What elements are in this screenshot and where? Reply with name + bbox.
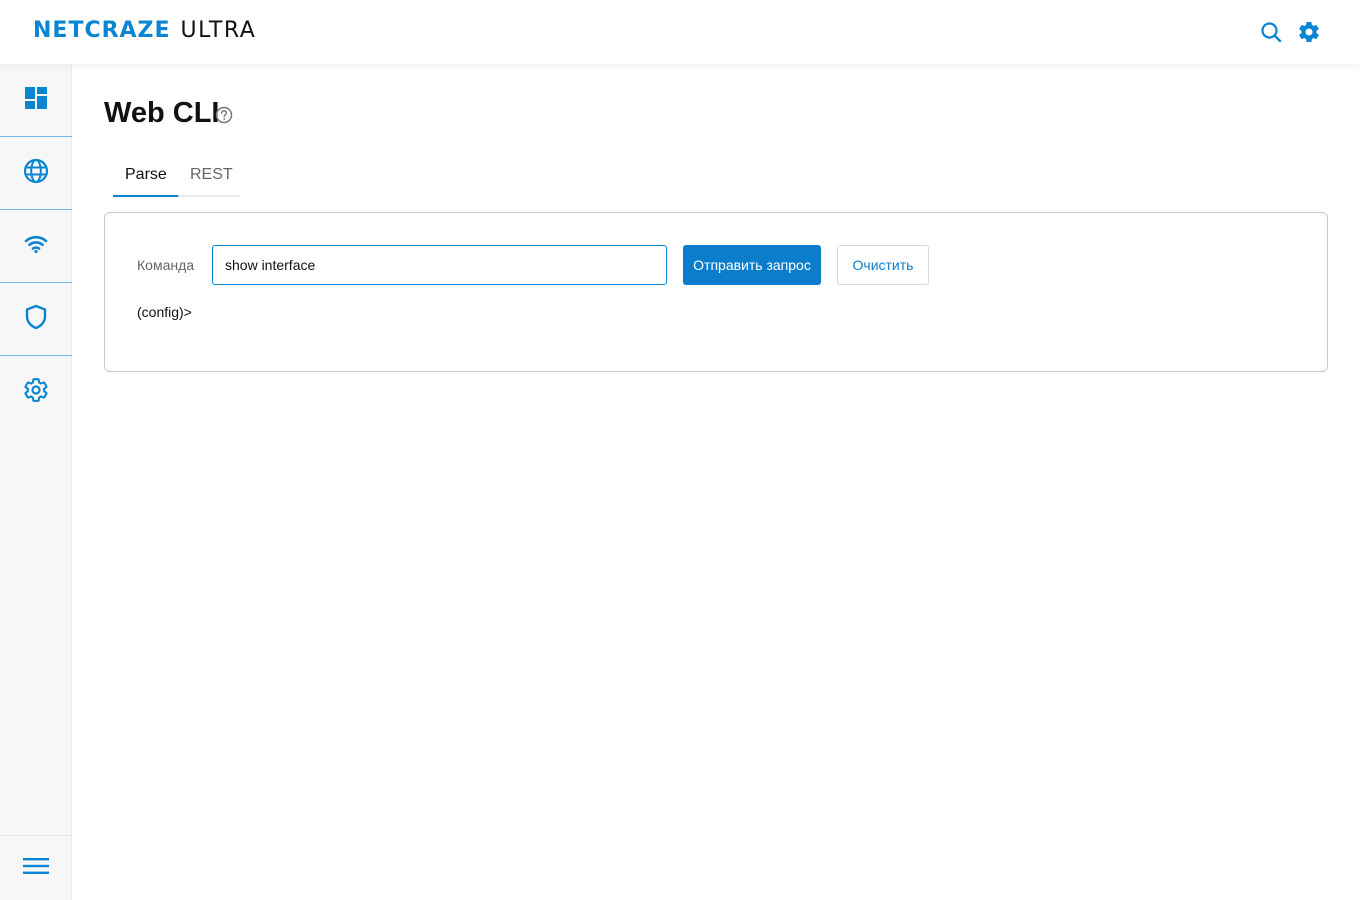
search-icon[interactable] [1259, 20, 1283, 44]
logo-product: ULTRA [180, 17, 257, 43]
menu-icon [23, 856, 49, 881]
main-content: Web CLI Parse REST Команда Отправить зап… [73, 64, 1360, 900]
wifi-icon [24, 234, 48, 259]
shield-icon [25, 304, 47, 335]
tab-bar: Parse REST [113, 158, 240, 197]
sidebar-item-internet[interactable] [0, 137, 72, 210]
cli-panel: Команда Отправить запрос Очистить (confi… [104, 212, 1328, 372]
sidebar-menu-toggle[interactable] [0, 835, 72, 900]
logo-brand: NETCRAZE [33, 17, 171, 43]
tab-rest[interactable]: REST [190, 166, 233, 184]
clear-button[interactable]: Очистить [837, 245, 929, 285]
sidebar [0, 64, 72, 900]
gear-icon[interactable] [1297, 20, 1321, 44]
dashboard-icon [24, 86, 48, 115]
command-label: Команда [137, 257, 195, 273]
send-request-button[interactable]: Отправить запрос [683, 245, 821, 285]
page-title: Web CLI [104, 97, 220, 129]
top-bar: NETCRAZE ULTRA [0, 0, 1360, 64]
active-tab-indicator [113, 195, 178, 197]
globe-icon [23, 158, 49, 189]
sidebar-item-settings[interactable] [0, 356, 72, 429]
tab-parse[interactable]: Parse [125, 166, 167, 184]
cli-prompt: (config)> [137, 304, 192, 320]
help-circle-icon[interactable] [215, 106, 233, 124]
sidebar-item-security[interactable] [0, 283, 72, 356]
gear-icon [23, 377, 49, 408]
sidebar-item-wifi[interactable] [0, 210, 72, 283]
logo[interactable]: NETCRAZE ULTRA [33, 17, 257, 43]
sidebar-item-dashboard[interactable] [0, 64, 72, 137]
command-input[interactable] [212, 245, 667, 285]
